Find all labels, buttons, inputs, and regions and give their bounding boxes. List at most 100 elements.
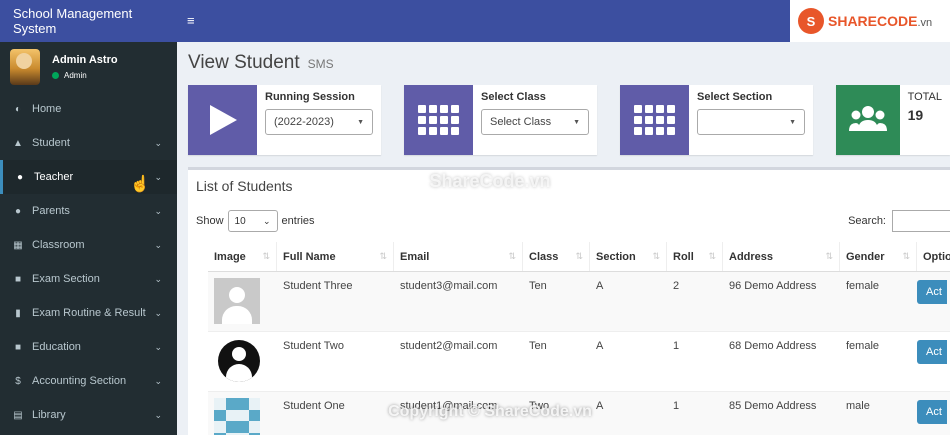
section-box: Select Section ▼: [620, 85, 813, 155]
table-body: Student Three student3@mail.com Ten A 2 …: [208, 272, 950, 435]
user-role: Admin: [52, 71, 118, 80]
chevron-down-icon: ⌄: [154, 375, 162, 386]
column-header-roll[interactable]: Roll ⇅: [667, 242, 723, 271]
sort-icon: ⇅: [379, 251, 387, 261]
column-header-full-name[interactable]: Full Name ⇅: [277, 242, 394, 271]
section-select[interactable]: ▼: [697, 109, 805, 135]
cell-gender: male: [846, 400, 870, 412]
cell-roll: 1: [673, 340, 680, 352]
logo-mark-icon: S: [798, 8, 824, 34]
sort-icon: ⇅: [825, 251, 833, 261]
page-header: View Student SMS: [188, 52, 334, 74]
search-input[interactable]: [892, 210, 950, 232]
graduation-cap-icon: ▲: [13, 137, 23, 149]
dollar-icon: $: [15, 375, 21, 387]
entries-select[interactable]: 10 ⌄: [227, 210, 278, 232]
cell-section: A: [596, 340, 604, 352]
total-count: 19: [907, 107, 924, 123]
session-box: Running Session (2022-2023) ▼: [188, 85, 381, 155]
session-label: Running Session: [265, 91, 355, 103]
table-header: Image ⇅ Full Name ⇅ Email ⇅ Class ⇅ Section ⇅…: [208, 242, 950, 272]
menu-toggle-icon[interactable]: ≡: [187, 13, 195, 28]
dashboard-icon: ◐: [14, 103, 22, 115]
sidebar-item-student[interactable]: ▲ Student ⌄: [0, 126, 177, 160]
sidebar-menu: ◐ Home ▲ Student ⌄ ● Teacher ⌄ ● Parents…: [0, 92, 177, 432]
cell-roll: 2: [673, 280, 680, 292]
book-open-icon: ■: [14, 341, 22, 353]
session-select[interactable]: (2022-2023) ▼: [265, 109, 373, 135]
cell-class: Two: [529, 400, 550, 412]
cell-address: 85 Demo Address: [729, 400, 817, 412]
total-label: TOTAL: [907, 91, 942, 103]
class-label: Select Class: [481, 91, 546, 103]
cell-email: student3@mail.com: [400, 280, 498, 292]
column-header-class[interactable]: Class ⇅: [523, 242, 590, 271]
table-row: Student One student1@mail.com Two A 1 85…: [208, 392, 950, 435]
column-header-options[interactable]: Optio: [917, 242, 950, 271]
user-icon: ●: [14, 205, 22, 217]
cell-address: 68 Demo Address: [729, 340, 817, 352]
column-header-email[interactable]: Email ⇅: [394, 242, 523, 271]
chevron-down-icon: ⌄: [154, 171, 162, 182]
student-list-box: List of Students Show 10 ⌄ entries Search…: [188, 167, 950, 435]
sidebar-item-parents[interactable]: ● Parents ⌄: [0, 194, 177, 228]
column-header-gender[interactable]: Gender ⇅: [840, 242, 917, 271]
file-icon: ▮: [15, 307, 21, 319]
table-search: Search:: [848, 210, 950, 232]
users-group-icon: [836, 85, 900, 155]
grid-icon: ▦: [13, 239, 23, 251]
chevron-down-icon: ⌄: [154, 239, 162, 250]
chevron-down-icon: ⌄: [154, 341, 162, 352]
action-button[interactable]: Act: [917, 280, 947, 304]
column-header-image[interactable]: Image ⇅: [208, 242, 277, 271]
user-name: Admin Astro: [52, 53, 118, 66]
cell-gender: female: [846, 280, 880, 292]
sidebar-item-home[interactable]: ◐ Home: [0, 92, 177, 126]
student-photo: [214, 398, 260, 435]
user-panel: Admin Astro Admin: [0, 42, 177, 91]
caret-down-icon: ▼: [573, 118, 580, 126]
cell-email: student1@mail.com: [400, 400, 498, 412]
cell-address: 96 Demo Address: [729, 280, 817, 292]
online-status-icon: [52, 71, 59, 79]
cell-roll: 1: [673, 400, 680, 412]
chevron-down-icon: ⌄: [154, 205, 162, 216]
column-header-section[interactable]: Section ⇅: [590, 242, 667, 271]
sidebar-item-classroom[interactable]: ▦ Classroom ⌄: [0, 228, 177, 262]
sharecode-logo: S SHARECODE.vn: [790, 0, 950, 42]
list-title: List of Students: [196, 178, 293, 194]
action-button[interactable]: Act: [917, 340, 947, 364]
cell-full-name: Student Three: [283, 280, 353, 292]
sidebar-item-teacher[interactable]: ● Teacher ⌄: [0, 160, 177, 194]
cell-full-name: Student One: [283, 400, 345, 412]
grid-icon: [620, 85, 689, 155]
sidebar-item-library[interactable]: ▤ Library ⌄: [0, 398, 177, 432]
sidebar-item-education[interactable]: ■ Education ⌄: [0, 330, 177, 364]
chevron-down-icon: ⌄: [154, 137, 162, 148]
student-photo: [218, 340, 260, 382]
table-row: Student Three student3@mail.com Ten A 2 …: [208, 272, 950, 332]
class-box: Select Class Select Class ▼: [404, 85, 597, 155]
sort-icon: ⇅: [652, 251, 660, 261]
app-brand[interactable]: School Management System: [0, 0, 177, 42]
caret-down-icon: ▼: [357, 118, 364, 126]
grid-icon: [404, 85, 473, 155]
sidebar-item-exam-routine[interactable]: ▮ Exam Routine & Result ⌄: [0, 296, 177, 330]
sidebar-item-accounting[interactable]: $ Accounting Section ⌄: [0, 364, 177, 398]
sidebar-item-exam-section[interactable]: ■ Exam Section ⌄: [0, 262, 177, 296]
table-row: Student Two student2@mail.com Ten A 1 68…: [208, 332, 950, 392]
sort-icon: ⇅: [262, 251, 270, 261]
chevron-down-icon: ⌄: [154, 409, 162, 420]
column-header-address[interactable]: Address ⇅: [723, 242, 840, 271]
sort-icon: ⇅: [575, 251, 583, 261]
cell-section: A: [596, 400, 604, 412]
cell-gender: female: [846, 340, 880, 352]
entries-length: Show 10 ⌄ entries: [196, 210, 315, 232]
class-select[interactable]: Select Class ▼: [481, 109, 589, 135]
users-icon: ●: [16, 171, 24, 183]
mouse-cursor-icon: ☝: [130, 176, 150, 193]
action-button[interactable]: Act: [917, 400, 947, 424]
page-title: View Student: [188, 52, 300, 73]
sort-icon: ⇅: [508, 251, 516, 261]
sort-icon: ⇅: [708, 251, 716, 261]
